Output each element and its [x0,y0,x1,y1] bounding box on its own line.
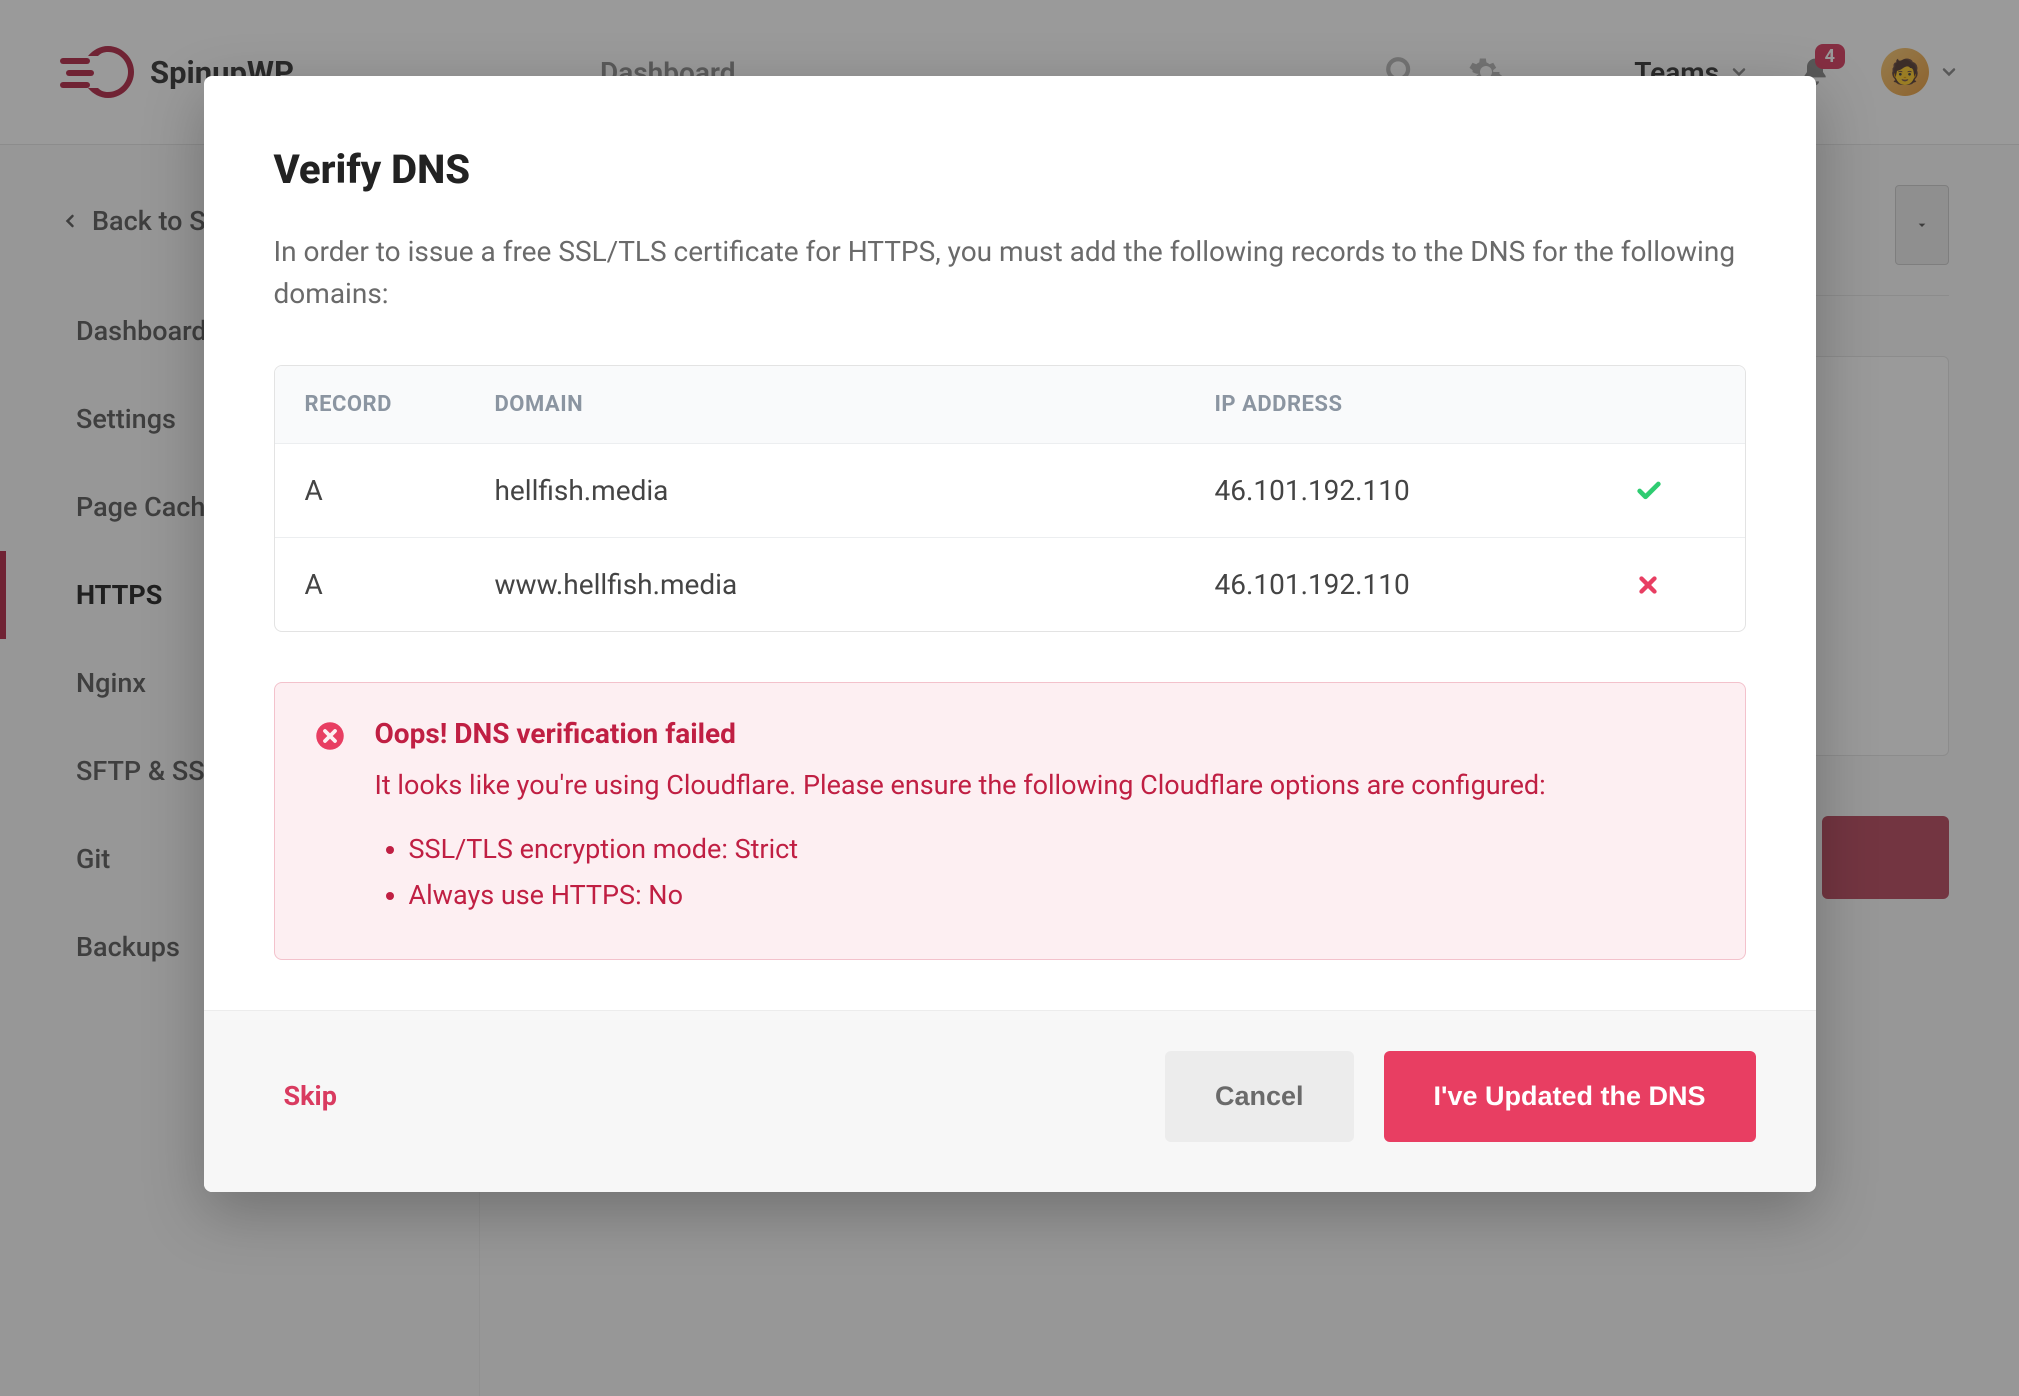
x-icon [1635,572,1746,598]
modal-footer: Skip Cancel I've Updated the DNS [204,1010,1816,1192]
alert-list-item: Always use HTTPS: No [409,873,1705,919]
cell-domain: www.hellfish.media [495,568,1215,601]
modal-description: In order to issue a free SSL/TLS certifi… [274,231,1746,315]
dns-table: RECORD DOMAIN IP ADDRESS A hellfish.medi… [274,365,1746,632]
confirm-button[interactable]: I've Updated the DNS [1384,1051,1756,1142]
error-alert: Oops! DNS verification failed It looks l… [274,682,1746,960]
app-root: SpinupWP Dashboard Teams 4 🧑 [0,0,2019,1396]
modal-title: Verify DNS [274,146,1746,193]
error-icon [315,721,345,919]
col-record: RECORD [305,392,495,417]
cell-record: A [305,568,495,601]
check-icon [1635,477,1746,505]
alert-title: Oops! DNS verification failed [375,717,1705,750]
verify-dns-modal: Verify DNS In order to issue a free SSL/… [204,76,1816,1192]
cell-record: A [305,474,495,507]
alert-content: Oops! DNS verification failed It looks l… [375,717,1705,919]
cancel-button[interactable]: Cancel [1165,1051,1354,1142]
col-domain: DOMAIN [495,392,1215,417]
skip-link[interactable]: Skip [284,1080,337,1112]
col-ip: IP ADDRESS [1215,392,1635,417]
alert-list: SSL/TLS encryption mode: Strict Always u… [375,827,1705,919]
modal-overlay[interactable]: Verify DNS In order to issue a free SSL/… [0,0,2019,1396]
alert-list-item: SSL/TLS encryption mode: Strict [409,827,1705,873]
cell-ip: 46.101.192.110 [1215,474,1635,507]
dns-table-header: RECORD DOMAIN IP ADDRESS [275,366,1745,443]
footer-actions: Cancel I've Updated the DNS [1165,1051,1756,1142]
cell-ip: 46.101.192.110 [1215,568,1635,601]
alert-text: It looks like you're using Cloudflare. P… [375,764,1705,807]
cell-domain: hellfish.media [495,474,1215,507]
dns-row: A www.hellfish.media 46.101.192.110 [275,537,1745,631]
dns-row: A hellfish.media 46.101.192.110 [275,443,1745,537]
modal-body: Verify DNS In order to issue a free SSL/… [204,76,1816,1010]
